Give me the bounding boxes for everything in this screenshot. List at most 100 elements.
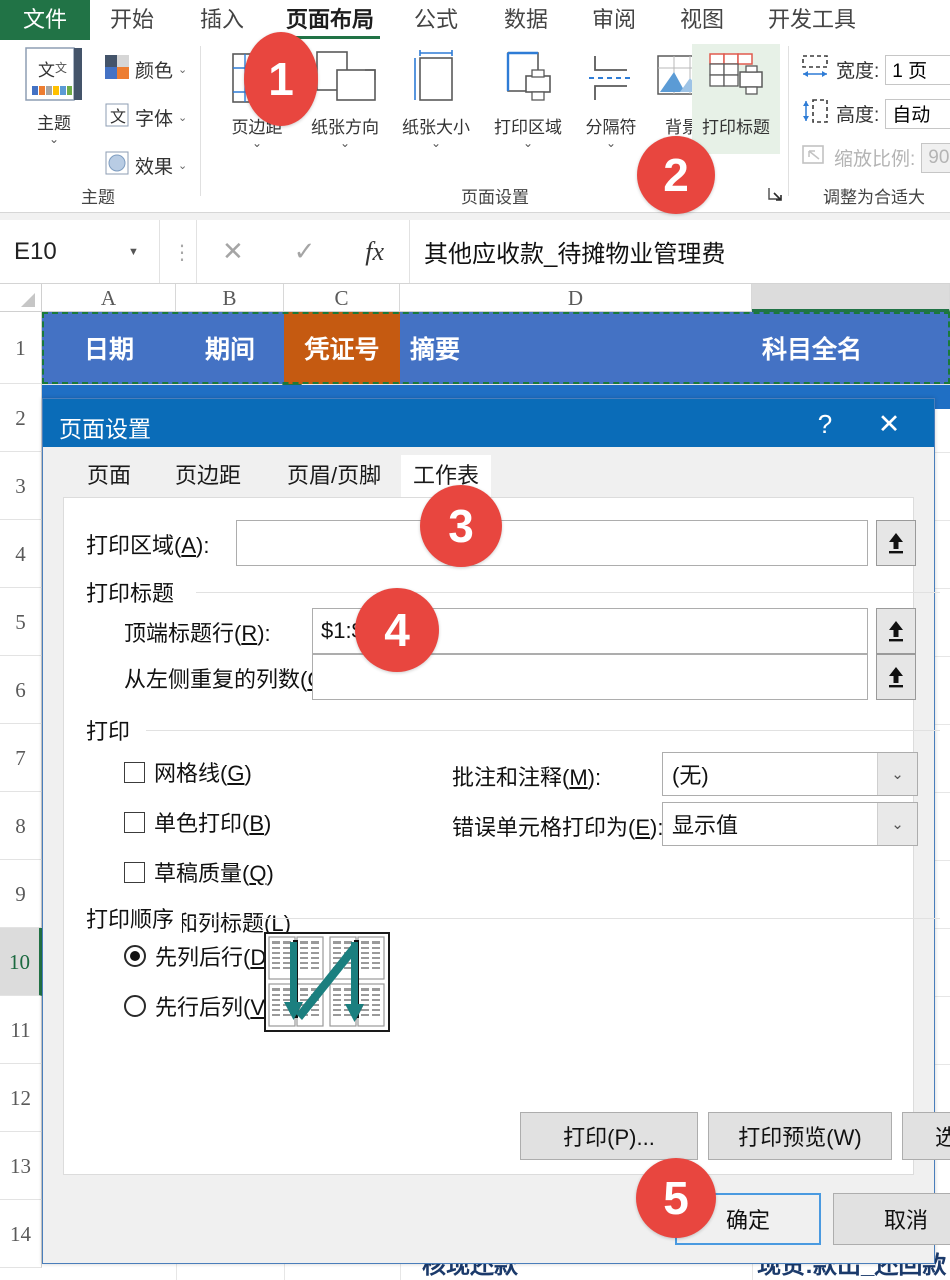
row-header-12[interactable]: 12 [0, 1064, 42, 1132]
formula-bar-content[interactable]: 其他应收款_待摊物业管理费 [424, 220, 950, 283]
column-header-e[interactable] [752, 284, 950, 312]
height-value[interactable]: 自动 [885, 99, 950, 129]
row-header-14[interactable]: 14 [0, 1200, 42, 1268]
margins-chevron-down-icon[interactable]: ⌄ [216, 138, 298, 148]
comments-dropdown[interactable]: (无) ⌄ [662, 752, 918, 796]
dialog-tab-page[interactable]: 页面 [75, 455, 143, 497]
chevron-down-icon[interactable]: ⌄ [877, 753, 917, 795]
row-header-10[interactable]: 10 [0, 928, 42, 996]
row-header-11[interactable]: 11 [0, 996, 42, 1064]
checkbox-gridlines-box[interactable] [124, 762, 145, 783]
step-badge-1: 1 [244, 32, 318, 126]
row-header-9[interactable]: 9 [0, 860, 42, 928]
options-button[interactable]: 选项(O)... [902, 1112, 950, 1160]
help-icon[interactable]: ? [802, 405, 848, 443]
row-header-2[interactable]: 2 [0, 384, 42, 452]
print-button[interactable]: 打印(P)... [520, 1112, 698, 1160]
ribbon-button-breaks[interactable]: 分隔符 ⌄ [574, 48, 648, 148]
page-setup-dialog-launcher-icon[interactable] [766, 185, 784, 206]
column-header-d[interactable]: D [400, 284, 752, 312]
print-area-chevron-down-icon[interactable]: ⌄ [484, 138, 572, 148]
ribbon-bottom-divider [0, 212, 950, 220]
column-header-a[interactable]: A [42, 284, 176, 312]
fonts-chevron-down-icon[interactable]: ⌄ [178, 111, 187, 124]
effects-chevron-down-icon[interactable]: ⌄ [178, 159, 187, 172]
row-header-6[interactable]: 6 [0, 656, 42, 724]
print-area-label-suffix: ): [196, 533, 209, 558]
left-cols-label-prefix: 从左侧重复的列数( [124, 667, 307, 692]
checkbox-draft-quality[interactable]: 草稿质量(Q) [124, 856, 274, 888]
row-header-5[interactable]: 5 [0, 588, 42, 656]
dialog-title-bar[interactable]: 页面设置 ? ✕ [43, 399, 934, 447]
print-area-collapse-dialog-icon[interactable] [876, 520, 916, 566]
radio-down-then-over[interactable]: 先列后行(D) [124, 940, 274, 972]
cancel-icon[interactable]: ✕ [222, 236, 244, 267]
checkbox-gridlines[interactable]: 网格线(G) [124, 756, 252, 788]
colors-chevron-down-icon[interactable]: ⌄ [178, 63, 187, 76]
breaks-chevron-down-icon[interactable]: ⌄ [574, 138, 648, 148]
tab-formulas[interactable]: 公式 [400, 0, 472, 40]
print-preview-button[interactable]: 打印预览(W) [708, 1112, 892, 1160]
cell-errors-dropdown[interactable]: 显示值 ⌄ [662, 802, 918, 846]
radio-down-then-over-circle[interactable] [124, 945, 146, 967]
close-icon[interactable]: ✕ [866, 405, 912, 443]
chevron-down-icon[interactable]: ⌄ [877, 803, 917, 845]
select-all-corner[interactable] [0, 284, 42, 312]
header-cell-account: 科目全名 [752, 312, 950, 384]
scale-width-row[interactable]: 宽度: 1 页 [800, 54, 950, 85]
checkbox-black-and-white-key: B [249, 811, 264, 836]
scale-icon [800, 142, 828, 173]
dialog-tab-header-footer[interactable]: 页眉/页脚 [275, 455, 393, 497]
row-header-13[interactable]: 13 [0, 1132, 42, 1200]
left-cols-collapse-dialog-icon[interactable] [876, 654, 916, 700]
row-header-4[interactable]: 4 [0, 520, 42, 588]
tab-home[interactable]: 开始 [96, 0, 168, 40]
name-box-chevron-down-icon[interactable]: ▼ [128, 246, 139, 258]
paper-size-chevron-down-icon[interactable]: ⌄ [392, 138, 480, 148]
ribbon-button-fonts[interactable]: 文 字体 ⌄ [104, 102, 187, 133]
svg-text:文: 文 [110, 107, 126, 126]
scale-label: 缩放比例: [834, 144, 915, 171]
insert-function-icon[interactable]: fx [365, 237, 384, 267]
top-rows-label: 顶端标题行(R): [124, 616, 271, 648]
tab-file[interactable]: 文件 [0, 0, 90, 40]
row-header-1[interactable]: 1 [0, 312, 42, 384]
confirm-icon[interactable]: ✓ [294, 236, 316, 267]
ribbon-button-size[interactable]: 纸张大小 ⌄ [392, 48, 480, 148]
radio-over-then-down-circle[interactable] [124, 995, 146, 1017]
print-group-label: 打印 [86, 714, 138, 746]
tab-view[interactable]: 视图 [666, 0, 738, 40]
tab-review[interactable]: 审阅 [578, 0, 650, 40]
cell-errors-dropdown-value: 显示值 [663, 808, 877, 840]
tab-insert[interactable]: 插入 [186, 0, 258, 40]
ribbon-button-themes[interactable]: 文 文 主题 ⌄ [16, 46, 92, 144]
checkbox-black-and-white[interactable]: 单色打印(B) [124, 806, 271, 838]
top-rows-collapse-dialog-icon[interactable] [876, 608, 916, 654]
print-area-input[interactable] [236, 520, 868, 566]
top-rows-label-suffix: ): [257, 621, 270, 646]
tab-developer[interactable]: 开发工具 [754, 0, 870, 40]
ribbon-button-print-titles[interactable]: 打印标题 [692, 44, 780, 154]
checkbox-gridlines-key: G [227, 761, 244, 786]
orientation-chevron-down-icon[interactable]: ⌄ [300, 138, 390, 148]
cancel-button[interactable]: 取消 [833, 1193, 950, 1245]
row-header-3[interactable]: 3 [0, 452, 42, 520]
column-header-b[interactable]: B [176, 284, 284, 312]
width-value[interactable]: 1 页 [885, 55, 950, 85]
row-header-7[interactable]: 7 [0, 724, 42, 792]
checkbox-draft-quality-box[interactable] [124, 862, 145, 883]
tab-data[interactable]: 数据 [490, 0, 562, 40]
checkbox-black-and-white-box[interactable] [124, 812, 145, 833]
radio-over-then-down[interactable]: 先行后列(V) [124, 990, 272, 1022]
ribbon-button-effects[interactable]: 效果 ⌄ [104, 150, 187, 181]
dialog-tab-margins[interactable]: 页边距 [163, 455, 253, 497]
scale-height-row[interactable]: 高度: 自动 [800, 98, 950, 129]
ribbon-group-label-scale: 调整为合适大 [798, 183, 950, 208]
ribbon-button-print-area[interactable]: 打印区域 ⌄ [484, 48, 572, 148]
breaks-label: 分隔符 [574, 113, 648, 138]
ribbon-button-colors[interactable]: 颜色 ⌄ [104, 54, 187, 85]
row-header-8[interactable]: 8 [0, 792, 42, 860]
print-order-group: 打印顺序 [86, 902, 940, 1052]
themes-chevron-down-icon[interactable]: ⌄ [16, 134, 92, 144]
column-header-c[interactable]: C [284, 284, 400, 312]
